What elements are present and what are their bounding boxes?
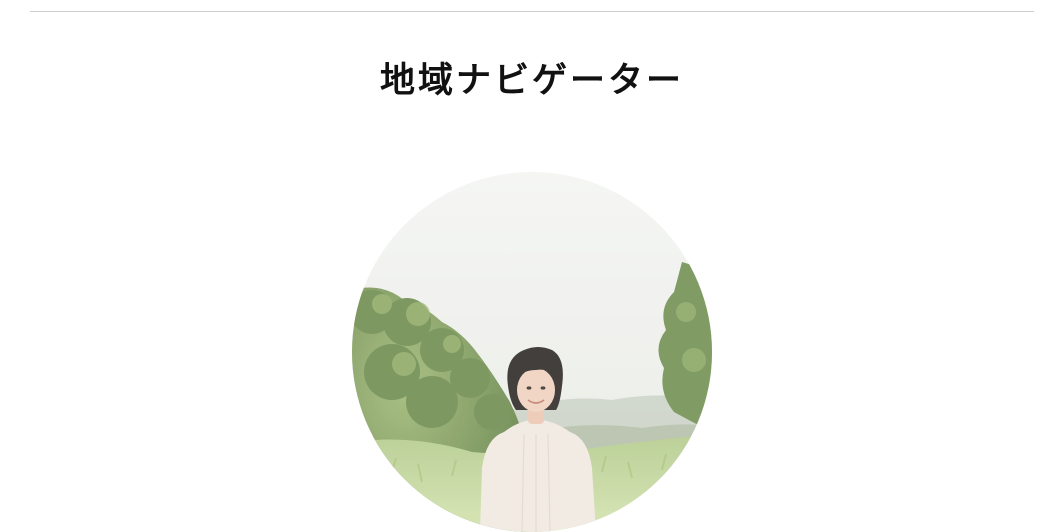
navigator-portrait xyxy=(352,172,712,532)
portrait-photo xyxy=(352,172,712,532)
divider xyxy=(30,11,1034,12)
page: 地域ナビゲーター xyxy=(0,0,1064,532)
section-title: 地域ナビゲーター xyxy=(379,61,684,101)
